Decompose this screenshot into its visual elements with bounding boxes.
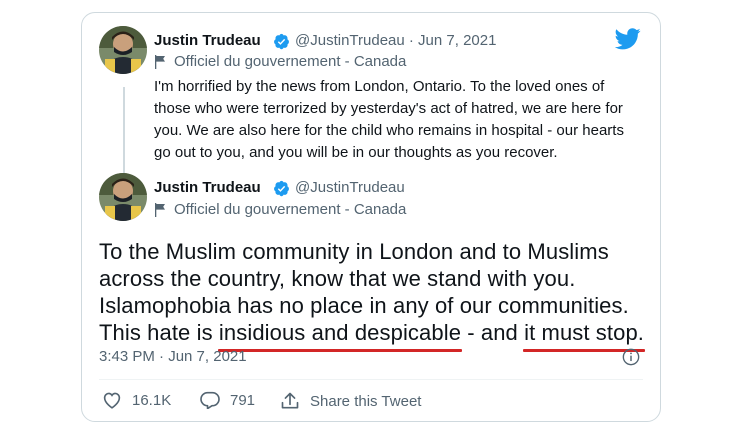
flag-icon [155,203,165,217]
share-label: Share this Tweet [310,392,422,410]
share-button[interactable]: Share this Tweet [280,391,421,411]
tweet-card: Justin Trudeau @JustinTrudeau · Jun 7, 2… [81,12,661,422]
underlined-phrase: insidious and despicable [218,320,462,345]
verified-badge-icon [274,180,289,197]
reply-tweet-text: I'm horrified by the news from London, O… [154,78,624,161]
main-tweet-text: To the Muslim community in London and to… [99,238,659,346]
share-icon [281,392,299,409]
verified-badge-icon [274,33,289,50]
like-button[interactable]: 16.1K [102,391,171,409]
avatar[interactable] [99,173,147,221]
thread-connector [123,87,125,177]
affiliation-label[interactable]: Officiel du gouvernement - Canada [174,201,406,218]
author-handle[interactable]: @JustinTrudeau [295,179,405,196]
author-name[interactable]: Justin Trudeau [154,179,261,196]
tweet-timestamp[interactable]: 3:43 PM · Jun 7, 2021 [99,348,247,365]
author-name[interactable]: Justin Trudeau [154,32,261,49]
underlined-phrase: it must stop. [524,320,645,345]
affiliation-label[interactable]: Officiel du gouvernement - Canada [174,53,406,70]
twitter-bird-icon[interactable] [615,28,641,50]
flag-icon [155,55,165,69]
reply-bubble-icon [200,391,220,409]
avatar[interactable] [99,26,147,74]
like-count: 16.1K [132,391,172,409]
reply-count: 791 [230,391,256,409]
tweet-text-segment: - and [461,320,525,345]
reply-button[interactable]: 791 [200,391,255,409]
info-icon[interactable] [622,348,640,366]
handle-date[interactable]: @JustinTrudeau · Jun 7, 2021 [295,32,496,49]
heart-icon [103,392,121,409]
divider [99,379,643,380]
